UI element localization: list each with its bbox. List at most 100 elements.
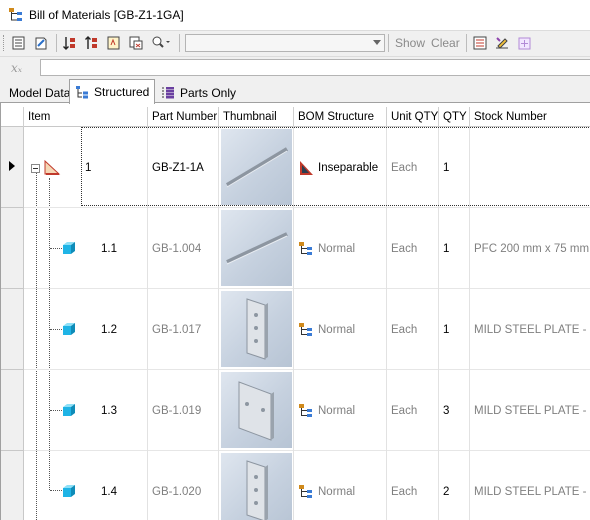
cell-part-number[interactable]: GB-Z1-1A — [148, 127, 219, 208]
part-cube-icon — [63, 404, 75, 416]
cell-item[interactable]: 1.1 — [97, 208, 148, 289]
tab-structured[interactable]: Structured — [69, 79, 156, 104]
tab-model-data[interactable]: Model Data — [4, 82, 75, 103]
cell-stock-number[interactable] — [470, 127, 590, 208]
cell-unit-qty[interactable]: Each — [387, 370, 439, 451]
cell-stock-number[interactable]: PFC 200 mm x 75 mm x 6 — [470, 208, 590, 289]
row-selector[interactable] — [1, 208, 24, 289]
collapse-toggle-icon[interactable] — [31, 164, 40, 173]
header-thumbnail[interactable]: Thumbnail — [219, 107, 294, 127]
structured-tree-icon — [76, 86, 88, 99]
cell-item[interactable]: 1 — [81, 127, 148, 208]
table-row[interactable]: 1 GB-Z1-1A Inseparable Each 1 — [1, 127, 590, 208]
cell-stock-number[interactable]: MILD STEEL PLATE - 10.0 — [470, 370, 590, 451]
compare-button[interactable] — [126, 33, 146, 53]
inseparable-icon — [300, 160, 313, 175]
cell-unit-qty[interactable]: Each — [387, 451, 439, 520]
row-selector[interactable] — [1, 289, 24, 370]
row-selector[interactable] — [1, 127, 24, 208]
inseparable-assembly-icon — [44, 159, 61, 175]
cell-bom-structure[interactable]: Normal — [294, 451, 387, 520]
cell-part-number[interactable]: GB-1.019 — [148, 370, 219, 451]
edit-bom-button[interactable] — [31, 33, 51, 53]
row-selector[interactable] — [1, 370, 24, 451]
cell-part-number[interactable]: GB-1.020 — [148, 451, 219, 520]
cell-thumbnail — [219, 208, 294, 289]
tab-label: Model Data — [9, 85, 71, 100]
clear-button[interactable]: Clear — [428, 36, 463, 50]
header-qty[interactable]: QTY — [439, 107, 470, 127]
cell-unit-qty[interactable]: Each — [387, 289, 439, 370]
cell-qty[interactable]: 3 — [439, 370, 470, 451]
export-bom-button[interactable] — [9, 33, 29, 53]
add-custom-part-button[interactable] — [514, 33, 534, 53]
cell-bom-structure[interactable]: Normal — [294, 208, 387, 289]
bom-settings-button[interactable] — [470, 33, 490, 53]
tab-parts-only[interactable]: Parts Only — [156, 82, 241, 103]
toolbar-grip[interactable] — [3, 34, 6, 51]
header-item[interactable]: Item — [24, 107, 148, 127]
window-titlebar: Bill of Materials [GB-Z1-1GA] — [0, 0, 590, 30]
grid-header: Item Part Number Thumbnail BOM Structure… — [1, 107, 590, 127]
cell-bom-structure[interactable]: Normal — [294, 370, 387, 451]
part-cube-icon — [63, 323, 75, 335]
cell-qty[interactable]: 1 — [439, 127, 470, 208]
renumber-items-button[interactable] — [104, 33, 124, 53]
part-thumbnail — [221, 453, 292, 520]
plate-thumbnail-image — [246, 460, 268, 520]
cell-qty[interactable]: 1 — [439, 289, 470, 370]
sort-ascending-button[interactable] — [60, 33, 80, 53]
cell-part-number[interactable]: GB-1.004 — [148, 208, 219, 289]
table-export-icon — [12, 36, 25, 49]
expression-label: xₓ — [11, 60, 23, 75]
cell-item[interactable]: 1.3 — [97, 370, 148, 451]
bom-structure-text: Normal — [318, 485, 356, 498]
cell-unit-qty[interactable]: Each — [387, 127, 439, 208]
find-icon — [152, 36, 170, 48]
cell-thumbnail — [219, 127, 294, 208]
sort-ascending-icon — [63, 36, 75, 50]
normal-structure-icon — [299, 484, 312, 498]
header-unit-qty[interactable]: Unit QTY — [387, 107, 439, 127]
header-bom-structure[interactable]: BOM Structure — [294, 107, 387, 127]
cell-bom-structure[interactable]: Inseparable — [294, 127, 387, 208]
expression-input[interactable] — [40, 59, 590, 76]
cell-stock-number[interactable]: MILD STEEL PLATE - 10.0 — [470, 289, 590, 370]
edit-properties-button[interactable] — [492, 33, 512, 53]
bom-structure-text: Normal — [318, 404, 356, 417]
bom-settings-icon — [473, 36, 487, 49]
table-row[interactable]: 1.2 GB-1.017 Normal Each 1 MILD STEEL PL… — [1, 289, 590, 370]
cell-bom-structure[interactable]: Normal — [294, 289, 387, 370]
cell-item[interactable]: 1.2 — [97, 289, 148, 370]
cell-stock-number[interactable]: MILD STEEL PLATE - 10.0 — [470, 451, 590, 520]
normal-structure-icon — [299, 403, 312, 417]
cell-thumbnail — [219, 370, 294, 451]
part-thumbnail — [221, 372, 292, 448]
plate-thumbnail-image — [238, 381, 274, 441]
cell-thumbnail — [219, 289, 294, 370]
bom-app-icon — [9, 8, 22, 21]
table-row[interactable]: 1.1 GB-1.004 Normal Each 1 PFC 200 mm x … — [1, 208, 590, 289]
channel-thumbnail-image — [225, 147, 289, 188]
table-row[interactable]: 1.4 GB-1.020 Normal Each 2 MILD STEEL PL… — [1, 451, 590, 520]
sort-descending-button[interactable] — [82, 33, 102, 53]
find-button[interactable] — [148, 33, 174, 53]
row-selector[interactable] — [1, 451, 24, 520]
cell-qty[interactable]: 1 — [439, 208, 470, 289]
normal-structure-icon — [299, 241, 312, 255]
header-part-number[interactable]: Part Number — [148, 107, 219, 127]
plate-thumbnail-image — [246, 298, 268, 360]
table-row[interactable]: 1.3 GB-1.019 Normal Each 3 MILD STEEL PL… — [1, 370, 590, 451]
header-stock-number[interactable]: Stock Number — [470, 107, 590, 127]
window-title: Bill of Materials [GB-Z1-1GA] — [29, 8, 184, 22]
cell-part-number[interactable]: GB-1.017 — [148, 289, 219, 370]
part-cube-icon — [63, 242, 75, 254]
sort-descending-icon — [85, 35, 97, 49]
cell-unit-qty[interactable]: Each — [387, 208, 439, 289]
show-button[interactable]: Show — [392, 36, 428, 50]
cell-item[interactable]: 1.4 — [97, 451, 148, 520]
tab-label: Parts Only — [180, 85, 237, 100]
filter-combo[interactable] — [185, 33, 385, 52]
bom-grid: Item Part Number Thumbnail BOM Structure… — [0, 103, 590, 520]
cell-qty[interactable]: 2 — [439, 451, 470, 520]
